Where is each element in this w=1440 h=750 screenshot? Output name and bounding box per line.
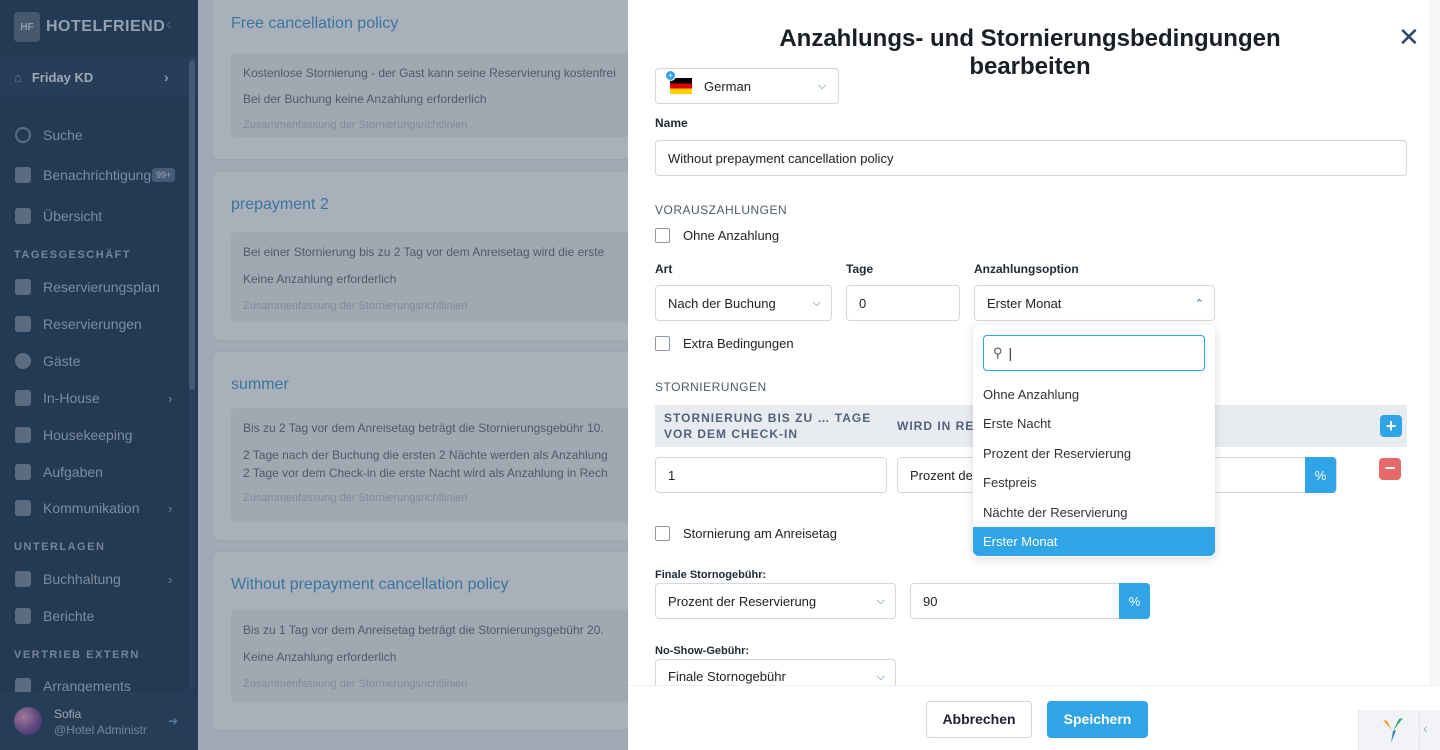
dropdown-search-input[interactable]: ⚲ |: [983, 335, 1205, 371]
chevron-down-icon: ⌵: [876, 671, 885, 683]
modal-scrollbar[interactable]: [1429, 0, 1440, 685]
name-value: Without prepayment cancellation policy: [668, 150, 894, 166]
cancel-on-arrival-checkbox-row[interactable]: Stornierung am Anreisetag: [655, 526, 837, 541]
modal-backdrop[interactable]: [0, 0, 628, 750]
cancel-on-arrival-checkbox[interactable]: [655, 526, 670, 541]
noshow-value: Finale Stornogebühr: [668, 669, 786, 684]
final-fee-type-select[interactable]: Prozent der Reservierung ⌵: [655, 583, 896, 619]
column-header-line: STORNIERUNG BIS ZU … TAGE: [664, 411, 872, 425]
close-icon[interactable]: ✕: [1398, 22, 1420, 53]
cancellation-days-value: 1: [668, 467, 676, 483]
chevron-left-icon[interactable]: ‹: [1423, 720, 1428, 736]
option-label: Anzahlungsoption: [974, 262, 1079, 276]
dropdown-option[interactable]: Ohne Anzahlung: [973, 380, 1215, 409]
noshow-label: No-Show-Gebühr:: [655, 645, 750, 657]
chevron-down-icon: ⌵: [876, 594, 885, 607]
column-header-line: VOR DEM CHECK-IN: [664, 427, 799, 441]
widget-corner: ‹: [1358, 710, 1440, 750]
type-label: Art: [655, 262, 673, 276]
search-icon: ⚲: [993, 345, 1003, 360]
search-value: |: [1008, 345, 1013, 361]
dropdown-option[interactable]: Nächte der Reservierung: [973, 498, 1215, 527]
yii-logo-icon[interactable]: [1381, 716, 1405, 744]
dropdown-option[interactable]: Festpreis: [973, 468, 1215, 497]
final-fee-value: 90: [923, 593, 938, 609]
language-select[interactable]: + German ⌵: [655, 68, 839, 104]
remove-row-button[interactable]: −: [1379, 458, 1401, 480]
no-prepayment-checkbox[interactable]: [655, 228, 670, 243]
dropdown-option-selected[interactable]: Erster Monat: [973, 527, 1215, 556]
days-input[interactable]: 0: [846, 285, 960, 321]
language-value: German: [704, 78, 751, 94]
german-flag-icon: +: [665, 70, 692, 94]
final-fee-type-value: Prozent der Reservierung: [668, 593, 817, 609]
checkbox-label: Extra Bedingungen: [683, 336, 794, 351]
days-label: Tage: [846, 262, 874, 276]
chevron-down-icon: ⌵: [812, 296, 821, 309]
name-label: Name: [655, 116, 688, 130]
cancellation-days-input[interactable]: 1: [655, 457, 887, 493]
percent-addon: %: [1119, 583, 1150, 619]
type-value: Nach der Buchung: [668, 295, 776, 311]
dropdown-option[interactable]: Prozent der Reservierung: [973, 439, 1215, 468]
column-header: STORNIERUNG BIS ZU … TAGE VOR DEM CHECK-…: [664, 410, 871, 442]
no-prepayment-checkbox-row[interactable]: Ohne Anzahlung: [655, 228, 779, 243]
checkbox-label: Stornierung am Anreisetag: [683, 526, 837, 541]
plus-icon: +: [665, 70, 676, 81]
checkbox-label: Ohne Anzahlung: [683, 228, 780, 243]
name-input[interactable]: Without prepayment cancellation policy: [655, 140, 1407, 176]
cancellation-type-value: Prozent der: [910, 467, 978, 483]
column-header: WIRD IN REC: [897, 419, 984, 433]
type-select[interactable]: Nach der Buchung ⌵: [655, 285, 832, 321]
save-button[interactable]: Speichern: [1047, 701, 1148, 738]
percent-addon: %: [1305, 457, 1336, 493]
prepayment-option-select[interactable]: Erster Monat ⌃: [974, 285, 1215, 321]
cancel-button[interactable]: Abbrechen: [926, 701, 1032, 738]
extra-conditions-checkbox[interactable]: [655, 336, 670, 351]
chevron-up-icon: ⌃: [1194, 297, 1204, 310]
dropdown-option[interactable]: Erste Nacht: [973, 409, 1215, 438]
option-value: Erster Monat: [987, 295, 1062, 311]
noshow-select[interactable]: Finale Stornogebühr ⌵: [655, 659, 896, 685]
prepayment-option-dropdown: ⚲ | Ohne Anzahlung Erste Nacht Prozent d…: [973, 325, 1215, 557]
extra-conditions-checkbox-row[interactable]: Extra Bedingungen: [655, 336, 794, 351]
final-fee-label: Finale Stornogebühr:: [655, 569, 767, 581]
final-fee-input[interactable]: 90: [910, 583, 1150, 619]
section-prepayments: VORAUSZAHLUNGEN: [655, 203, 788, 217]
add-row-button[interactable]: +: [1380, 415, 1402, 437]
days-value: 0: [859, 295, 867, 311]
edit-policy-modal: Anzahlungs- und Stornierungsbedingungen …: [628, 0, 1440, 750]
section-cancellations: STORNIERUNGEN: [655, 380, 767, 394]
divider: [1419, 710, 1420, 750]
modal-footer: Abbrechen Speichern: [628, 685, 1440, 750]
chevron-down-icon: ⌵: [818, 79, 827, 92]
